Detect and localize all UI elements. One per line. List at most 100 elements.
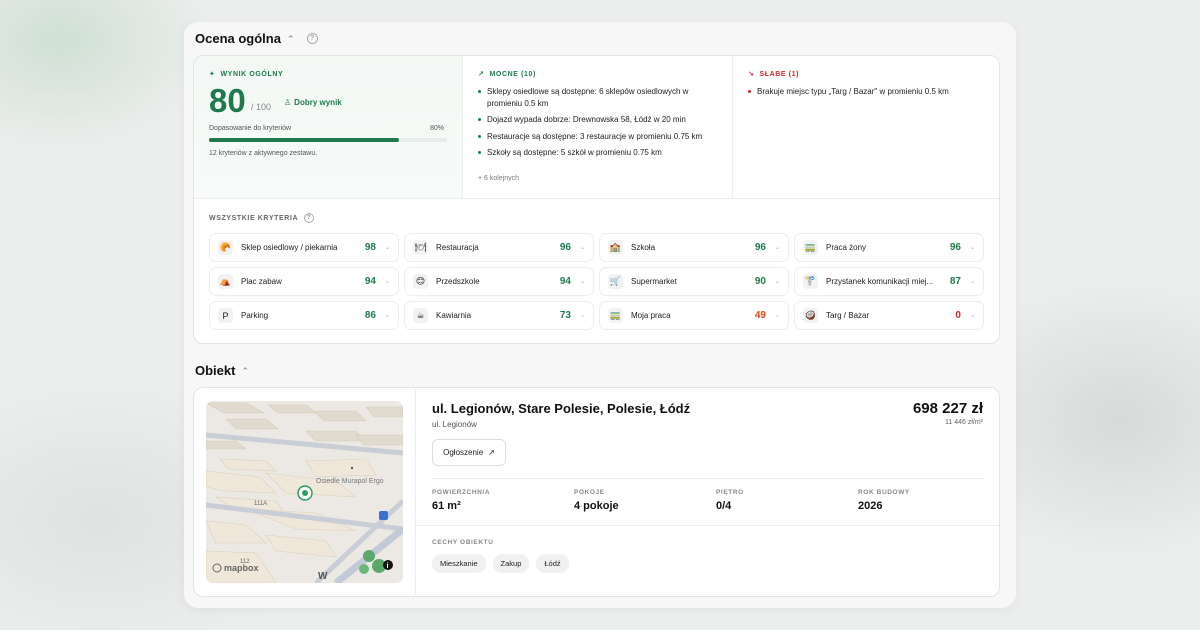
weak-list: Brakuje miejsc typu „Targ / Bazar" w pro…: [748, 86, 988, 103]
criteria-grid: 🥐 Sklep osiedlowy / piekarnia 98 ⌄ 🍽 Restaura…: [209, 233, 986, 330]
criterion-score: 96: [949, 242, 961, 253]
criterion-item[interactable]: 🛒 Supermarket 90 ⌄: [599, 267, 789, 296]
criterion-icon: 🚏: [803, 274, 818, 289]
info-icon[interactable]: ?: [304, 213, 315, 223]
criterion-item[interactable]: 🥐 Sklep osiedlowy / piekarnia 98 ⌄: [209, 233, 399, 262]
location-map[interactable]: Osiedle Murapol Ergo 111A 112 W mapbox i: [206, 401, 403, 583]
object-title: Obiekt: [195, 363, 236, 378]
criterion-name: Supermarket: [631, 277, 677, 286]
criterion-item[interactable]: ☕ Kawiarnia 73 ⌄: [404, 301, 594, 330]
criterion-item[interactable]: 🚃 Praca żony 96 ⌄: [794, 233, 984, 262]
overall-score: 80: [209, 82, 246, 119]
fact-build-year: ROK BUDOWY 2026: [858, 489, 910, 512]
weak-points: ↘ SŁABE (1) Brakuje miejsc typu „Targ / …: [733, 56, 999, 198]
criterion-name: Targ / Bazar: [826, 311, 870, 320]
fit-progress-fill: [209, 138, 400, 142]
score-badge: ♙ Dobry wynik: [284, 98, 342, 107]
mapbox-logo: mapbox: [224, 563, 259, 573]
map-poi-label: Osiedle Murapol Ergo: [316, 478, 384, 485]
object-section-header[interactable]: Obiekt ⌃: [195, 363, 249, 378]
criterion-item[interactable]: 🏫 Szkoła 96 ⌄: [599, 233, 789, 262]
chevron-down-icon[interactable]: ⌄: [580, 312, 585, 319]
criterion-icon: ☕: [413, 308, 428, 323]
criterion-score: 73: [559, 310, 571, 321]
criterion-item[interactable]: 🚃 Moja praca 49 ⌄: [599, 301, 789, 330]
score-label: ✦ WYNIK OGÓLNY: [209, 70, 284, 79]
chevron-down-icon[interactable]: ⌄: [385, 278, 390, 285]
feature-tag: Zakup: [492, 554, 530, 573]
object-card: Osiedle Murapol Ergo 111A 112 W mapbox i…: [193, 387, 1000, 597]
feature-tags: Mieszkanie Zakup Łódź: [432, 554, 569, 573]
fact-rooms: POKOJE 4 pokoje: [574, 489, 619, 512]
chevron-down-icon[interactable]: ⌄: [385, 312, 390, 319]
criterion-item[interactable]: 😊 Przedszkole 94 ⌄: [404, 267, 594, 296]
criterion-name: Sklep osiedlowy / piekarnia: [241, 243, 338, 252]
chevron-down-icon[interactable]: ⌄: [775, 312, 780, 319]
fact-area: POWIERZCHNIA 61 m²: [432, 489, 491, 512]
fact-floor: PIĘTRO 0/4: [716, 489, 744, 512]
criterion-score: 94: [559, 276, 571, 287]
criteria-note: 12 kryteriów z aktywnego zestawu.: [209, 150, 318, 157]
svg-text:i: i: [387, 563, 389, 570]
chevron-down-icon[interactable]: ⌄: [385, 244, 390, 251]
criterion-score: 86: [364, 310, 376, 321]
criterion-item[interactable]: 🍽 Restauracja 96 ⌄: [404, 233, 594, 262]
criterion-score: 96: [559, 242, 571, 253]
overall-score-panel: ✦ WYNIK OGÓLNY 80 / 100 ♙ Dobry wynik Do…: [194, 56, 463, 198]
criterion-icon: 🥐: [218, 240, 233, 255]
chevron-down-icon[interactable]: ⌄: [775, 278, 780, 285]
criterion-score: 94: [364, 276, 376, 287]
criterion-item[interactable]: 🚏 Przystanek komunikacji miej... 87 ⌄: [794, 267, 984, 296]
object-price: 698 227 zł: [912, 400, 983, 417]
features-label: CECHY OBIEKTU: [432, 539, 494, 546]
criterion-name: Praca żony: [826, 243, 867, 252]
more-strong-link[interactable]: + 6 kolejnych: [478, 175, 519, 182]
chevron-down-icon[interactable]: ⌄: [580, 278, 585, 285]
criterion-name: Kawiarnia: [436, 311, 472, 320]
criterion-score: 87: [949, 276, 961, 287]
criterion-icon: 🚃: [608, 308, 623, 323]
object-address: ul. Legionów, Stare Polesie, Polesie, Łó…: [432, 401, 691, 416]
list-item: Restauracje są dostępne: 3 restauracje w…: [478, 131, 718, 143]
chevron-down-icon[interactable]: ⌄: [970, 278, 975, 285]
criterion-item[interactable]: ⛺ Plac zabaw 94 ⌄: [209, 267, 399, 296]
divider: [194, 198, 999, 199]
criterion-item[interactable]: 🥥 Targ / Bazar 0 ⌄: [794, 301, 984, 330]
criterion-name: Plac zabaw: [241, 277, 282, 286]
chevron-down-icon[interactable]: ⌄: [775, 244, 780, 251]
feature-tag: Łódź: [536, 554, 569, 573]
criterion-name: Parking: [241, 311, 269, 320]
overall-section-header[interactable]: Ocena ogólna ⌃ ?: [195, 31, 318, 46]
score-max: / 100: [251, 102, 272, 112]
trend-up-icon: ↗: [478, 71, 485, 78]
chevron-down-icon[interactable]: ⌄: [970, 312, 975, 319]
criterion-item[interactable]: P Parking 86 ⌄: [209, 301, 399, 330]
chevron-down-icon[interactable]: ⌄: [970, 244, 975, 251]
criterion-score: 0: [955, 310, 961, 321]
overall-title: Ocena ogólna: [195, 31, 281, 46]
trend-down-icon: ↘: [748, 71, 755, 78]
info-icon[interactable]: ?: [306, 33, 318, 44]
divider: [415, 525, 999, 526]
external-link-icon: ↗: [488, 448, 495, 457]
listing-button[interactable]: Ogłoszenie ↗: [432, 439, 506, 466]
strong-list: Sklepy osiedlowe są dostępne: 6 sklepów …: [478, 86, 718, 164]
chevron-up-icon[interactable]: ⌃: [287, 34, 295, 45]
chevron-up-icon[interactable]: ⌃: [241, 366, 249, 377]
all-criteria-label: WSZYSTKIE KRYTERIA ?: [209, 213, 315, 223]
criterion-name: Restauracja: [436, 243, 479, 252]
list-item: Sklepy osiedlowe są dostępne: 6 sklepów …: [478, 86, 718, 109]
criterion-name: Przedszkole: [436, 277, 480, 286]
list-item: Dojazd wypada dobrze: Drewnowska 58, Łód…: [478, 114, 718, 126]
medal-icon: ♙: [284, 98, 292, 107]
strong-points: ↗ MOCNE (10) Sklepy osiedlowe są dostępn…: [463, 56, 733, 198]
price-per-m2: 11 446 zł/m²: [945, 419, 983, 426]
divider: [432, 478, 983, 479]
criterion-icon: P: [218, 308, 233, 323]
overall-score-card: ✦ WYNIK OGÓLNY 80 / 100 ♙ Dobry wynik Do…: [193, 55, 1000, 344]
object-facts: POWIERZCHNIA 61 m² POKOJE 4 pokoje PIĘTR…: [432, 489, 985, 512]
criterion-icon: 🛒: [608, 274, 623, 289]
list-item: Szkoły są dostępne: 5 szkół w promieniu …: [478, 147, 718, 159]
list-item: Brakuje miejsc typu „Targ / Bazar" w pro…: [748, 86, 988, 98]
chevron-down-icon[interactable]: ⌄: [580, 244, 585, 251]
